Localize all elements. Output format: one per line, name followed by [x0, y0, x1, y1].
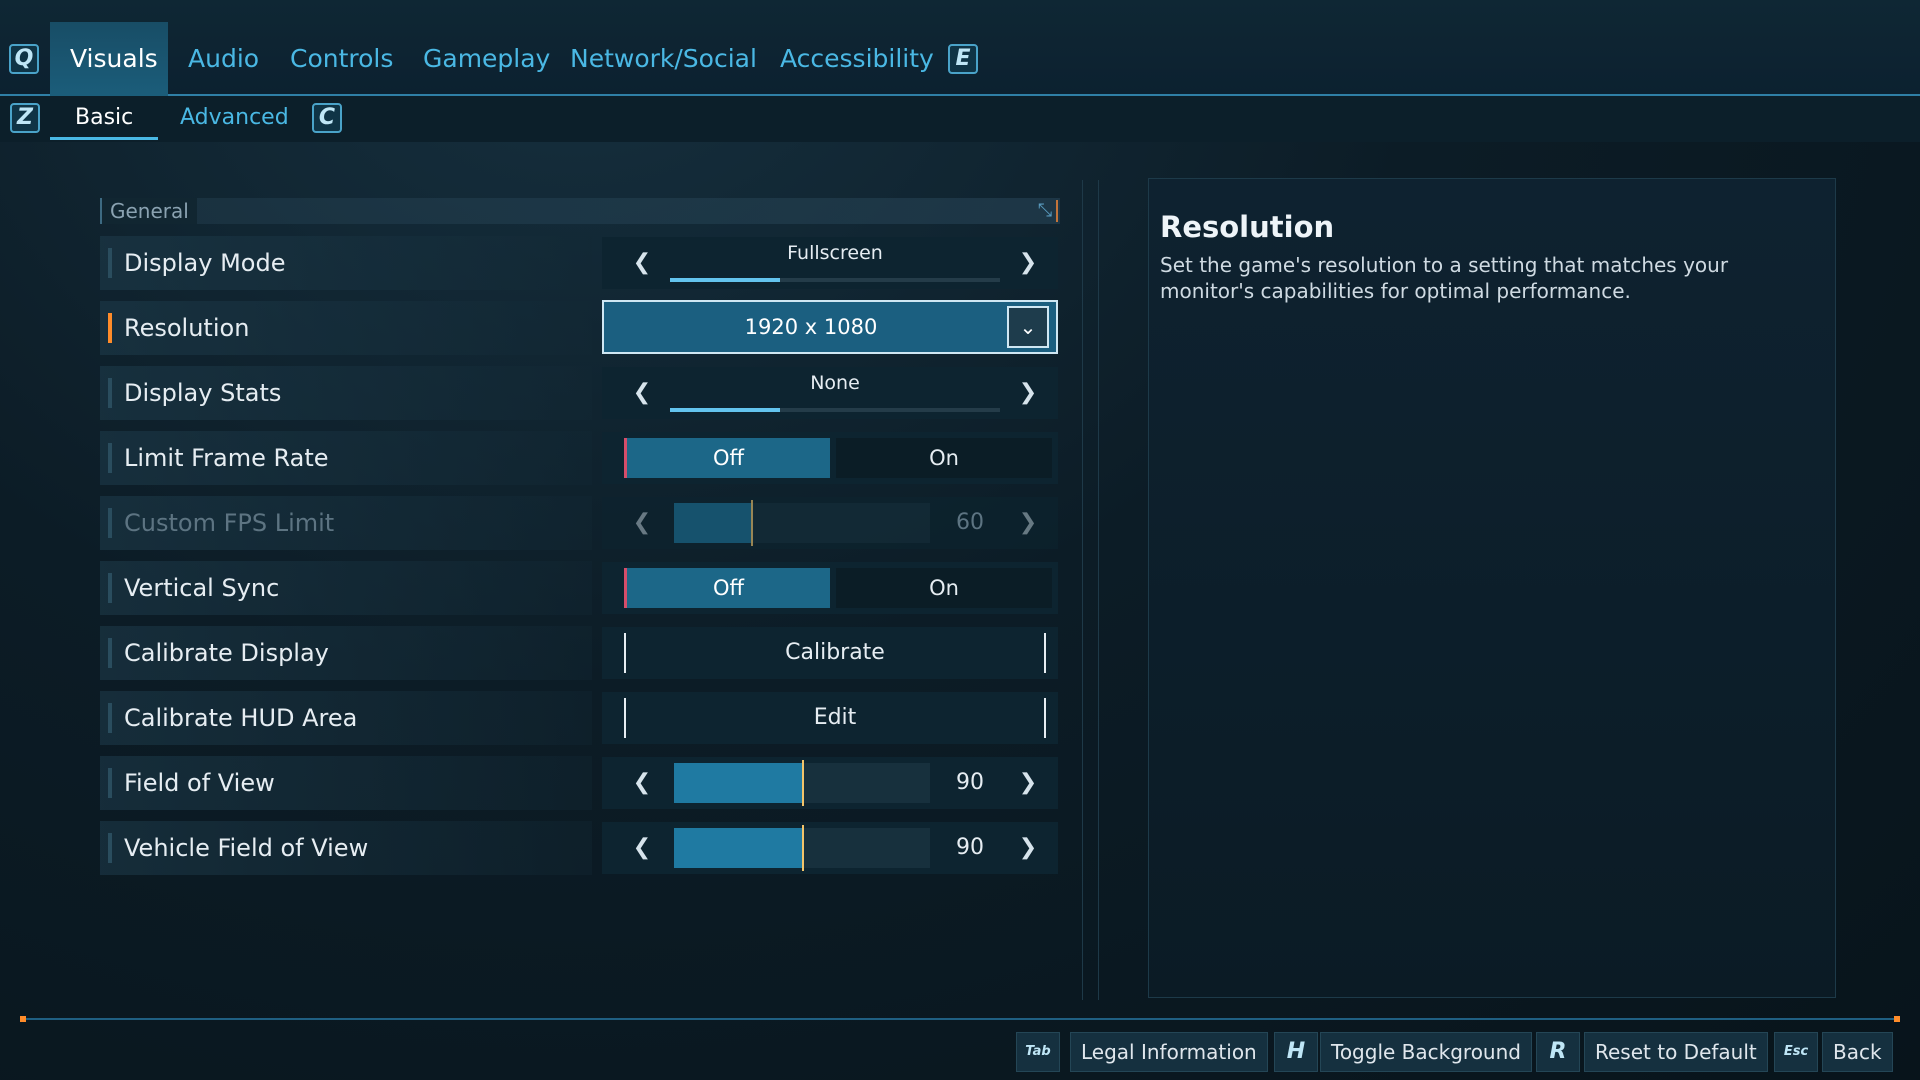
collapse-icon[interactable]: ⤡ — [1034, 200, 1058, 222]
row-marker — [108, 508, 112, 538]
limit-frame-rate-on[interactable]: On — [836, 438, 1052, 478]
tab-accessibility[interactable]: Accessibility — [760, 22, 954, 96]
info-description: Set the game's resolution to a setting t… — [1160, 253, 1729, 303]
prev-subtab-key-icon[interactable]: Z — [10, 103, 40, 133]
chevron-left-icon[interactable]: ❮ — [624, 237, 660, 289]
tab-audio[interactable]: Audio — [168, 22, 279, 96]
row-marker — [108, 833, 112, 863]
vertical-sync-off[interactable]: Off — [624, 568, 830, 608]
back-button[interactable]: Back — [1822, 1032, 1893, 1072]
vehicle-fov-value: 90 — [956, 835, 984, 860]
footer-divider — [22, 1018, 1898, 1020]
panel-divider — [1082, 180, 1083, 1000]
info-title: Resolution — [1160, 210, 1335, 244]
field-of-view-value: 90 — [956, 770, 984, 795]
esc-key-icon[interactable]: Esc — [1774, 1032, 1818, 1072]
option-indicator — [670, 278, 780, 282]
chevron-right-icon[interactable]: ❯ — [1010, 237, 1046, 289]
footer-accent — [20, 1016, 26, 1022]
slider-thumb[interactable] — [802, 760, 804, 806]
setting-label-calibrate-display: Calibrate Display — [124, 639, 329, 667]
edit-hud-button[interactable]: Edit — [624, 698, 1046, 738]
tab-network-social[interactable]: Network/Social — [550, 22, 777, 96]
display-mode-value: Fullscreen — [787, 242, 883, 264]
subtab-basic[interactable]: Basic — [50, 96, 159, 140]
slider-thumb[interactable] — [751, 500, 753, 546]
tab-gameplay[interactable]: Gameplay — [403, 22, 570, 96]
row-marker — [108, 248, 112, 278]
chevron-left-icon[interactable]: ❮ — [624, 822, 660, 874]
row-marker — [108, 378, 112, 408]
option-indicator — [670, 408, 780, 412]
section-header — [100, 198, 1060, 224]
slider-fill — [674, 828, 802, 868]
row-marker — [108, 573, 112, 603]
setting-label-vehicle-field-of-view: Vehicle Field of View — [124, 834, 369, 862]
custom-fps-track[interactable] — [674, 503, 930, 543]
chevron-left-icon[interactable]: ❮ — [624, 367, 660, 419]
footer-accent — [1894, 1016, 1900, 1022]
row-marker — [108, 443, 112, 473]
h-key-icon[interactable]: H — [1274, 1032, 1318, 1072]
display-stats-value: None — [810, 372, 860, 394]
option-track — [670, 408, 1000, 412]
slider-fill — [674, 763, 802, 803]
setting-label-calibrate-hud-area: Calibrate HUD Area — [124, 704, 358, 732]
prev-tab-key-icon[interactable]: Q — [9, 44, 39, 74]
tab-visuals[interactable]: Visuals — [50, 22, 168, 96]
custom-fps-value: 60 — [956, 510, 984, 535]
setting-label-resolution: Resolution — [124, 314, 250, 342]
setting-label-limit-frame-rate: Limit Frame Rate — [124, 444, 329, 472]
chevron-right-icon[interactable]: ❯ — [1010, 367, 1046, 419]
row-marker — [108, 638, 112, 668]
chevron-left-icon[interactable]: ❮ — [624, 497, 660, 549]
reset-to-default-button[interactable]: Reset to Default — [1584, 1032, 1768, 1072]
setting-label-display-mode: Display Mode — [124, 249, 286, 277]
chevron-right-icon[interactable]: ❯ — [1010, 497, 1046, 549]
tab-controls[interactable]: Controls — [270, 22, 413, 96]
slider-fill — [674, 503, 751, 543]
tab-key-icon[interactable]: Tab — [1016, 1032, 1060, 1072]
chevron-right-icon[interactable]: ❯ — [1010, 822, 1046, 874]
row-marker-active — [108, 313, 112, 343]
setting-label-display-stats: Display Stats — [124, 379, 282, 407]
subtab-advanced[interactable]: Advanced — [155, 96, 314, 140]
setting-label-field-of-view: Field of View — [124, 769, 275, 797]
r-key-icon[interactable]: R — [1536, 1032, 1580, 1072]
limit-frame-rate-off[interactable]: Off — [624, 438, 830, 478]
slider-thumb[interactable] — [802, 825, 804, 871]
calibrate-button[interactable]: Calibrate — [624, 633, 1046, 673]
next-tab-key-icon[interactable]: E — [948, 44, 978, 74]
row-marker — [108, 703, 112, 733]
setting-label-vertical-sync: Vertical Sync — [124, 574, 280, 602]
section-title: General — [100, 198, 197, 224]
option-track — [670, 278, 1000, 282]
setting-label-custom-fps-limit: Custom FPS Limit — [124, 509, 335, 537]
vertical-sync-on[interactable]: On — [836, 568, 1052, 608]
chevron-down-icon[interactable]: ⌄ — [1007, 306, 1049, 348]
toggle-background-button[interactable]: Toggle Background — [1320, 1032, 1532, 1072]
resolution-value: 1920 x 1080 — [744, 315, 878, 339]
next-subtab-key-icon[interactable]: C — [312, 103, 342, 133]
chevron-left-icon[interactable]: ❮ — [624, 757, 660, 809]
chevron-right-icon[interactable]: ❯ — [1010, 757, 1046, 809]
panel-divider — [1098, 180, 1099, 1000]
legal-information-button[interactable]: Legal Information — [1070, 1032, 1268, 1072]
row-marker — [108, 768, 112, 798]
